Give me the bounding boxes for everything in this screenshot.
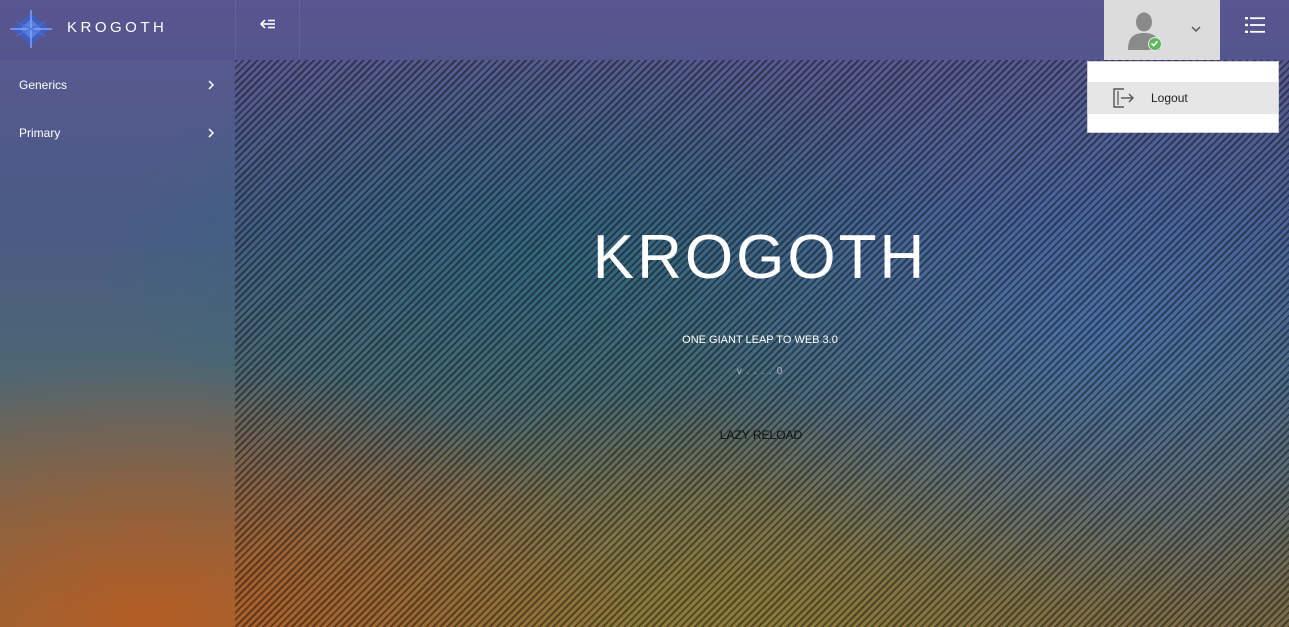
sidebar-item-label: Generics <box>19 78 68 92</box>
brand-name: KROGOTH <box>67 19 168 36</box>
online-status-icon <box>1148 37 1162 51</box>
hero-subtitle: ONE GIANT LEAP TO WEB 3.0 <box>682 334 838 346</box>
logo-icon <box>10 10 52 48</box>
sidebar-item-primary[interactable]: Primary <box>0 113 235 153</box>
sidebar-item-label: Primary <box>19 126 61 140</box>
chevron-down-icon <box>1191 26 1201 33</box>
logout-icon <box>1113 88 1134 108</box>
sidebar-toggle-button[interactable] <box>235 0 300 60</box>
chevron-right-icon <box>208 128 215 138</box>
logout-menu-item[interactable]: Logout <box>1088 82 1278 114</box>
version-label: v . . . . 0 <box>736 366 784 377</box>
user-dropdown-menu: Logout <box>1087 61 1279 133</box>
sidebar-item-generics[interactable]: Generics <box>0 65 235 105</box>
top-bar: KROGOTH <box>0 0 1289 60</box>
chevron-right-icon <box>208 80 215 90</box>
collapse-arrow-icon <box>259 19 275 29</box>
list-icon <box>1244 17 1265 33</box>
brand[interactable]: KROGOTH <box>0 0 235 60</box>
sidebar: Generics Primary <box>0 60 235 627</box>
main-menu-button[interactable] <box>1220 0 1289 60</box>
hero-title: KROGOTH <box>592 223 928 292</box>
user-menu-button[interactable] <box>1104 0 1220 60</box>
lazy-reload-button[interactable]: LAZY RELOAD <box>700 428 822 446</box>
logout-label: Logout <box>1151 91 1188 105</box>
